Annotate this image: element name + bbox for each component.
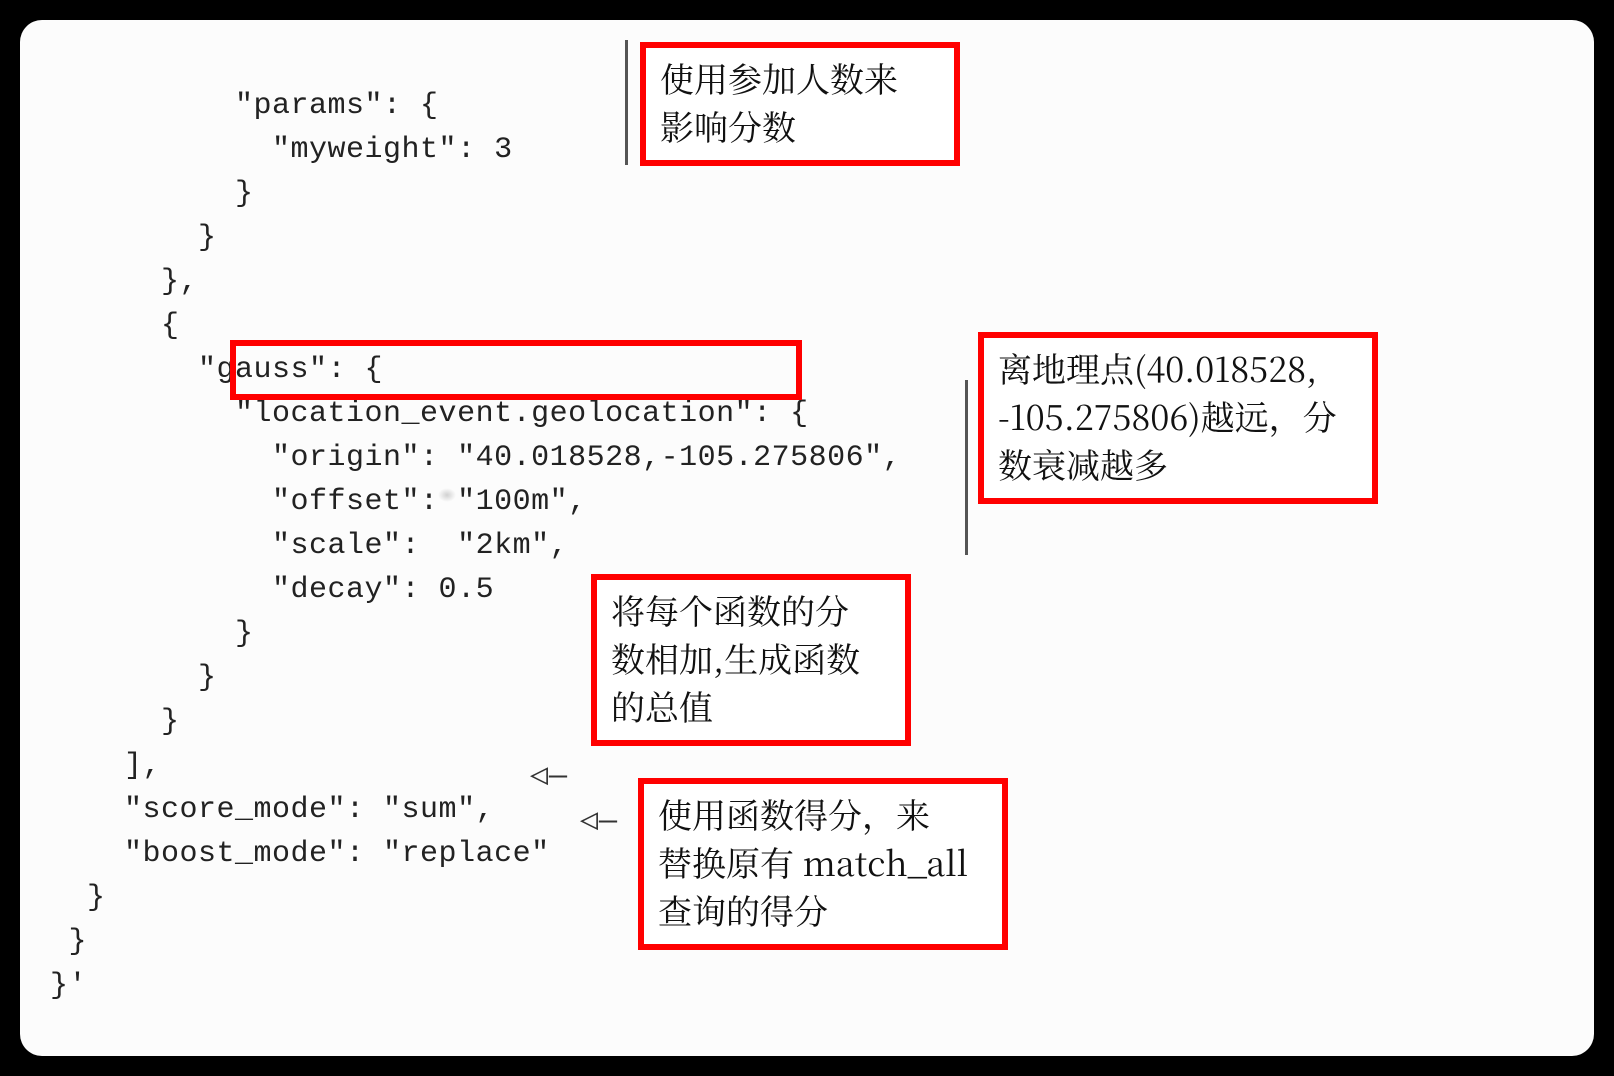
- code-line: }: [50, 617, 254, 651]
- code-line: ],: [50, 749, 161, 783]
- document-page: "params": { "myweight": 3 } } }, { "gaus…: [20, 20, 1594, 1056]
- code-line: "location_event.geolocation": {: [50, 397, 809, 431]
- code-line: }: [50, 221, 217, 255]
- callout-divider: [625, 40, 628, 165]
- code-line: }: [50, 661, 217, 695]
- code-line: "origin": "40.018528,-105.275806",: [50, 441, 901, 475]
- code-line: }: [50, 925, 87, 959]
- callout-geo-decay: 离地理点(40.018528, -105.275806)越远，分 数衰减越多: [978, 332, 1378, 504]
- code-line: {: [50, 309, 180, 343]
- callout-participants: 使用参加人数来 影响分数: [640, 42, 960, 166]
- code-line: "decay": 0.5: [50, 573, 494, 607]
- code-line: "score_mode": "sum",: [50, 793, 531, 827]
- code-line: }: [50, 177, 254, 211]
- callout-boost-mode: 使用函数得分，来 替换原有 match_all 查询的得分: [638, 778, 1008, 950]
- code-line: "gauss": {: [50, 353, 383, 387]
- code-line: "scale": "2km",: [50, 529, 568, 563]
- code-line: }: [50, 881, 106, 915]
- code-line: }': [50, 969, 87, 1003]
- code-line: "params": {: [50, 89, 439, 123]
- code-line: }: [50, 705, 180, 739]
- code-line: "offset": "100m",: [50, 485, 587, 519]
- arrow-left-icon: ◁—: [530, 757, 568, 794]
- arrow-left-icon: ◁—: [580, 802, 618, 839]
- code-line: "myweight": 3: [50, 133, 513, 167]
- callout-score-mode: 将每个函数的分 数相加,生成函数 的总值: [591, 574, 911, 746]
- callout-divider: [965, 380, 968, 555]
- code-line: },: [50, 265, 198, 299]
- code-line: "boost_mode": "replace": [50, 837, 587, 871]
